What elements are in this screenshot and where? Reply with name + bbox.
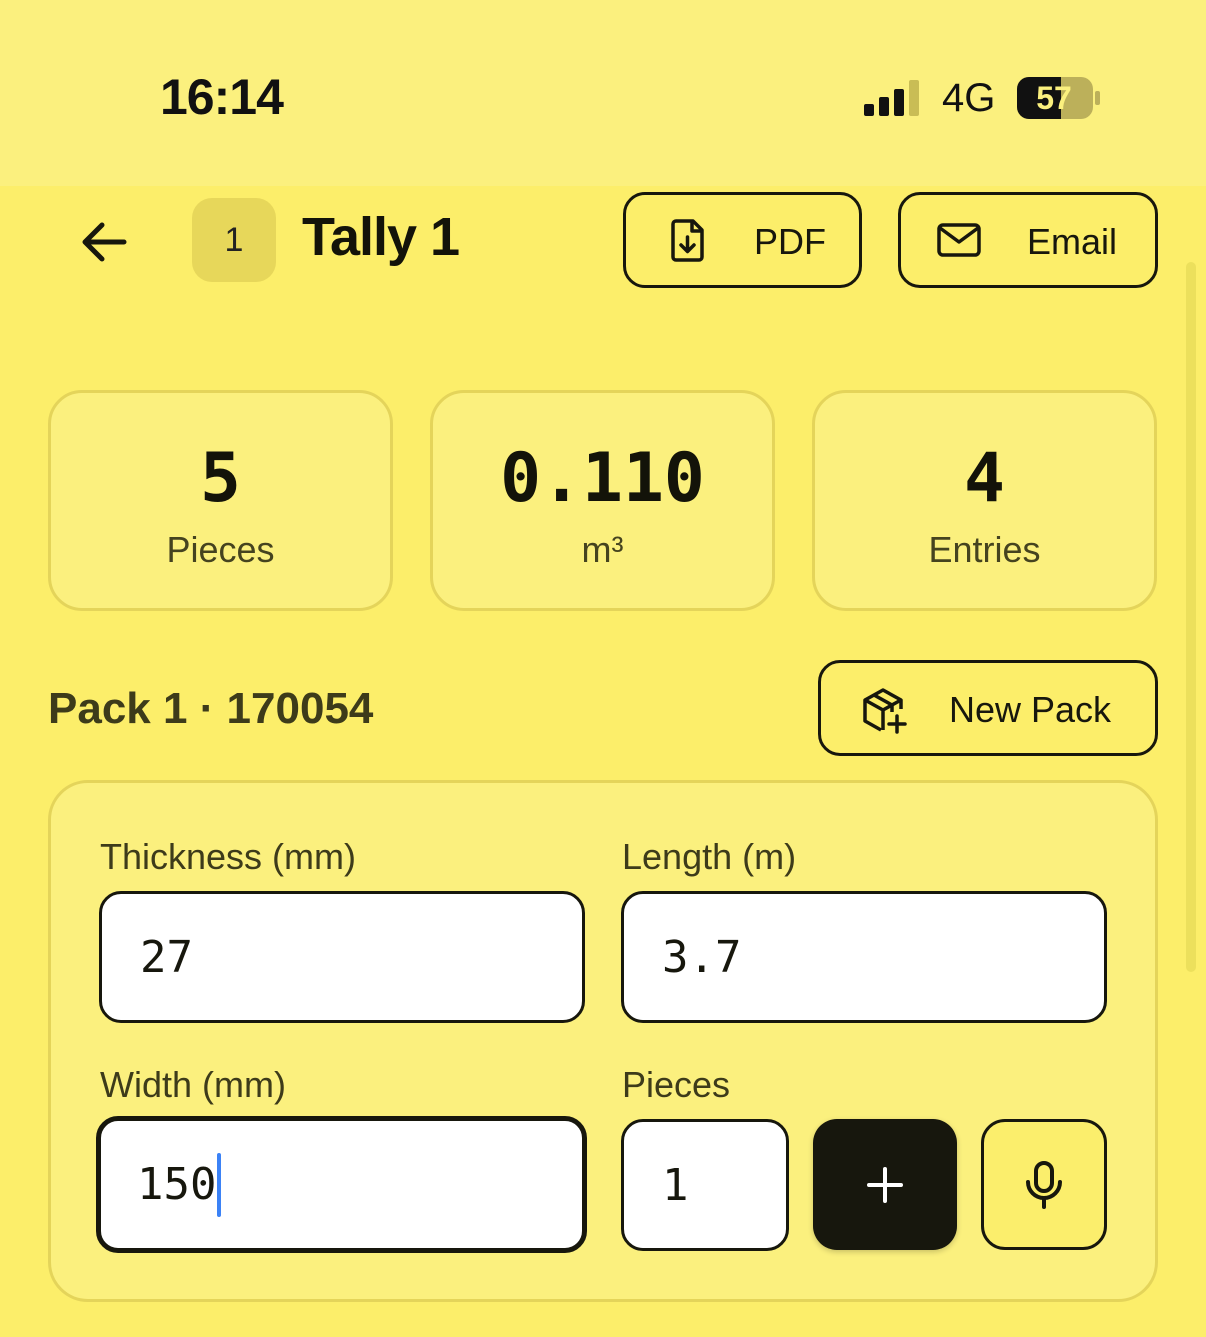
length-label: Length (m) <box>622 836 797 877</box>
scrollbar[interactable] <box>1186 262 1196 972</box>
length-value: 3.7 <box>662 931 742 983</box>
width-value: 150 <box>137 1159 217 1210</box>
stat-card-pieces: 5 Pieces <box>48 390 393 611</box>
battery-level: 57 <box>1036 80 1072 116</box>
tally-number-badge: 1 <box>192 198 276 282</box>
page-title: Tally 1 <box>302 207 460 267</box>
stat-value: 0.110 <box>500 439 705 518</box>
pdf-button-label: PDF <box>754 221 826 262</box>
add-entry-button[interactable] <box>813 1119 957 1250</box>
stat-value: 5 <box>200 439 241 518</box>
new-pack-button[interactable]: New Pack <box>818 660 1158 756</box>
status-time: 16:14 <box>160 69 284 125</box>
width-input[interactable]: 150 <box>96 1116 587 1253</box>
file-download-icon <box>671 219 704 262</box>
network-label: 4G <box>942 76 996 120</box>
status-bar: 16:14 4G 57 <box>0 0 1206 186</box>
email-button[interactable]: Email <box>898 192 1158 288</box>
pieces-label: Pieces <box>622 1064 731 1105</box>
text-caret <box>217 1152 222 1217</box>
arrow-left-icon <box>82 222 127 262</box>
microphone-icon <box>1026 1160 1062 1209</box>
width-label: Width (mm) <box>100 1064 286 1105</box>
pieces-value: 1 <box>662 1159 689 1211</box>
back-button[interactable] <box>72 210 136 274</box>
voice-input-button[interactable] <box>981 1119 1107 1250</box>
new-pack-button-label: New Pack <box>949 689 1112 730</box>
stat-card-entries: 4 Entries <box>812 390 1157 611</box>
stat-card-volume: 0.110 m³ <box>430 390 775 611</box>
stat-label: Pieces <box>166 529 275 570</box>
stat-label: m³ <box>581 529 624 570</box>
thickness-label: Thickness (mm) <box>100 836 357 877</box>
package-plus-icon <box>863 688 907 734</box>
signal-icon <box>864 80 919 116</box>
stat-label: Entries <box>928 529 1041 570</box>
pdf-button[interactable]: PDF <box>623 192 862 288</box>
stat-value: 4 <box>964 439 1005 518</box>
plus-icon <box>867 1166 903 1203</box>
email-button-label: Email <box>1027 221 1118 262</box>
thickness-input[interactable]: 27 <box>99 891 585 1023</box>
pack-title: Pack 1 · 170054 <box>48 684 374 733</box>
thickness-value: 27 <box>140 931 193 983</box>
pieces-input[interactable]: 1 <box>621 1119 789 1251</box>
length-input[interactable]: 3.7 <box>621 891 1107 1023</box>
mail-icon <box>937 223 981 257</box>
